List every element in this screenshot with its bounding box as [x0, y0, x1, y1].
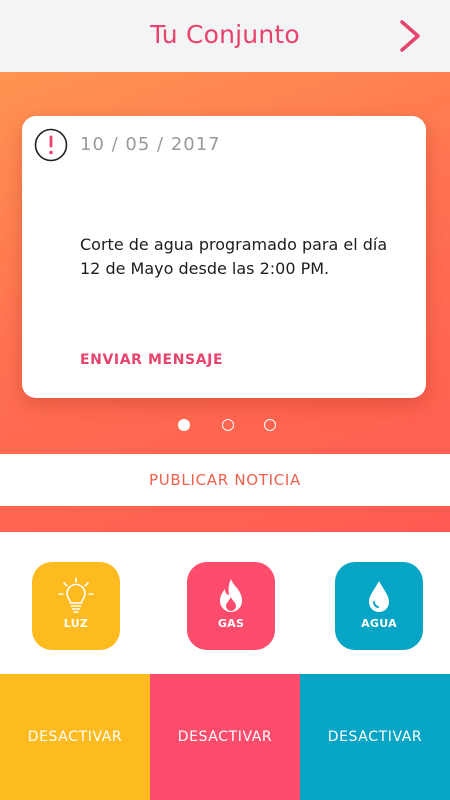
deactivate-gas-button[interactable]: DESACTIVAR	[150, 674, 300, 800]
flame-icon	[220, 579, 242, 612]
utility-water-button[interactable]: AGUA	[335, 562, 423, 650]
carousel-dot-3[interactable]	[264, 419, 276, 431]
deactivate-water-label: DESACTIVAR	[327, 729, 423, 745]
notice-card[interactable]: 10 / 05 / 2017 Corte de agua programado …	[22, 116, 426, 398]
utility-gas-button[interactable]: GAS	[187, 562, 275, 650]
deactivate-light-button[interactable]: DESACTIVAR	[0, 674, 150, 800]
utility-light-button[interactable]: LUZ	[32, 562, 120, 650]
utility-light-label: LUZ	[63, 617, 89, 630]
carousel-dot-2[interactable]	[222, 419, 234, 431]
carousel-dot-1[interactable]	[178, 419, 190, 431]
chevron-right-icon	[400, 20, 420, 52]
utilities-row: LUZ GAS AGUA	[0, 532, 450, 674]
alert-icon	[34, 128, 68, 162]
send-message-button[interactable]: ENVIAR MENSAJE	[80, 352, 223, 368]
utility-gas-label: GAS	[217, 617, 245, 630]
deactivate-gas-label: DESACTIVAR	[177, 729, 273, 745]
lightbulb-icon	[58, 577, 94, 613]
page-title: Tu Conjunto	[150, 20, 300, 49]
deactivate-bar: DESACTIVAR DESACTIVAR DESACTIVAR	[0, 674, 450, 800]
notice-date: 10 / 05 / 2017	[80, 134, 221, 155]
app-header: Tu Conjunto	[0, 0, 450, 72]
notice-message: Corte de agua programado para el día 12 …	[80, 235, 388, 278]
publish-notice-button[interactable]: PUBLICAR NOTICIA	[0, 454, 450, 506]
deactivate-water-button[interactable]: DESACTIVAR	[300, 674, 450, 800]
deactivate-light-label: DESACTIVAR	[27, 729, 123, 745]
water-drop-icon	[369, 581, 389, 612]
next-button[interactable]	[394, 16, 426, 56]
utility-water-label: AGUA	[361, 617, 397, 630]
publish-notice-label: PUBLICAR NOTICIA	[149, 471, 301, 489]
carousel-indicators	[0, 419, 450, 433]
